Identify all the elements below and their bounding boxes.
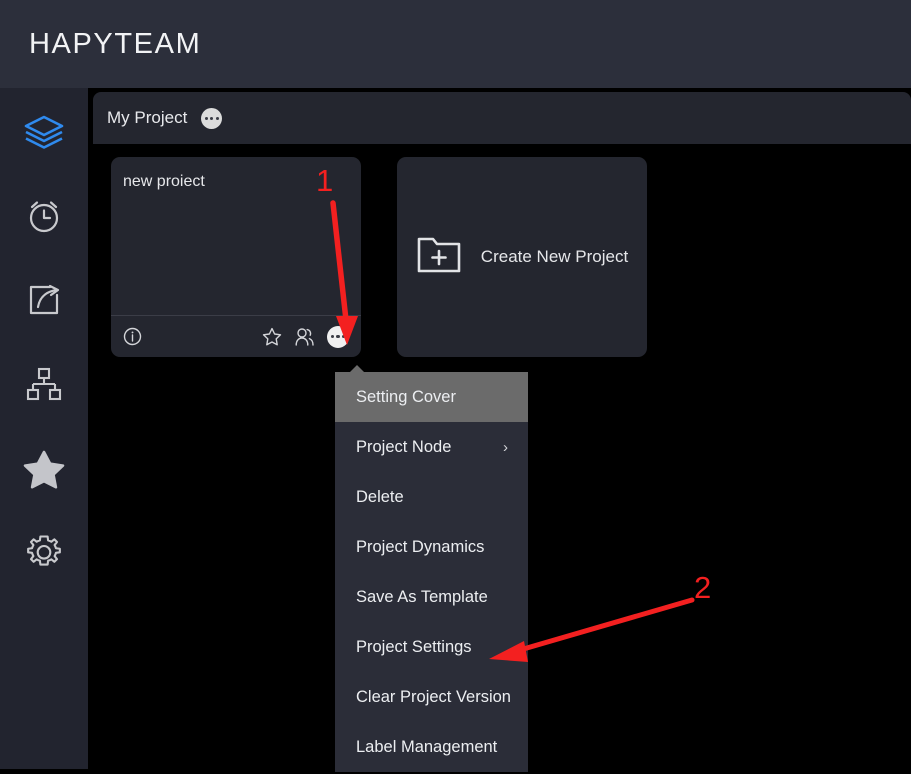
workspace-header: My Project: [93, 92, 911, 144]
menu-item-label: Save As Template: [356, 587, 488, 606]
menu-item-label: Clear Project Version: [356, 687, 511, 706]
menu-item-label: Project Node: [356, 437, 452, 456]
menu-item-label: Setting Cover: [356, 387, 456, 406]
project-context-menu: Setting Cover Project Node › Delete Proj…: [335, 365, 528, 772]
sidebar-item-layers[interactable]: [16, 104, 72, 160]
ellipsis-dot: [210, 116, 214, 120]
page-title: HAPYTEAM: [29, 27, 202, 60]
sidebar-item-share[interactable]: [16, 272, 72, 328]
org-chart-icon: [23, 363, 65, 405]
ellipsis-dot: [342, 334, 346, 339]
sidebar-item-settings[interactable]: [16, 524, 72, 580]
sidebar-item-alarm[interactable]: [16, 188, 72, 244]
create-new-project-card[interactable]: Create New Project: [397, 157, 647, 357]
menu-item-label: Label Management: [356, 737, 498, 756]
ellipsis-dot: [336, 334, 340, 339]
menu-item-label: Delete: [356, 487, 404, 506]
alarm-clock-icon: [23, 195, 65, 237]
info-circle-icon[interactable]: [123, 327, 142, 346]
menu-item-label-management[interactable]: Label Management: [335, 722, 528, 772]
layers-icon: [22, 110, 66, 154]
folder-plus-icon: [416, 234, 462, 281]
star-filled-icon: [22, 446, 66, 490]
chevron-right-icon: ›: [503, 438, 508, 456]
create-new-project-content: Create New Project: [416, 234, 628, 281]
workspace-title: My Project: [107, 108, 188, 127]
menu-item-setting-cover[interactable]: Setting Cover: [335, 372, 528, 422]
app-header: HAPYTEAM: [0, 0, 911, 88]
create-new-project-label: Create New Project: [480, 247, 629, 266]
context-menu-caret-icon: [349, 365, 365, 373]
menu-item-delete[interactable]: Delete: [335, 472, 528, 522]
project-card-footer: [111, 316, 361, 357]
card-more-button[interactable]: [327, 325, 349, 348]
ellipsis-dot: [330, 334, 334, 339]
ellipsis-dot: [215, 116, 219, 120]
sidebar: [0, 88, 88, 769]
workspace-more-button[interactable]: [201, 107, 223, 129]
menu-item-clear-project-version[interactable]: Clear Project Version: [335, 672, 528, 722]
members-icon[interactable]: [294, 327, 315, 347]
project-card[interactable]: new proiect: [111, 157, 361, 357]
project-card-title: new proiect: [123, 173, 205, 190]
menu-item-label: Project Settings: [356, 637, 472, 656]
gear-icon: [23, 531, 65, 573]
sidebar-item-favorites[interactable]: [16, 440, 72, 496]
ellipsis-dot: [204, 116, 208, 120]
menu-item-label: Project Dynamics: [356, 537, 485, 556]
menu-item-project-node[interactable]: Project Node ›: [335, 422, 528, 472]
menu-item-project-settings[interactable]: Project Settings: [335, 622, 528, 672]
share-export-icon: [23, 279, 65, 321]
menu-item-project-dynamics[interactable]: Project Dynamics: [335, 522, 528, 572]
sidebar-item-hierarchy[interactable]: [16, 356, 72, 412]
menu-item-save-as-template[interactable]: Save As Template: [335, 572, 528, 622]
star-outline-icon[interactable]: [262, 327, 282, 347]
